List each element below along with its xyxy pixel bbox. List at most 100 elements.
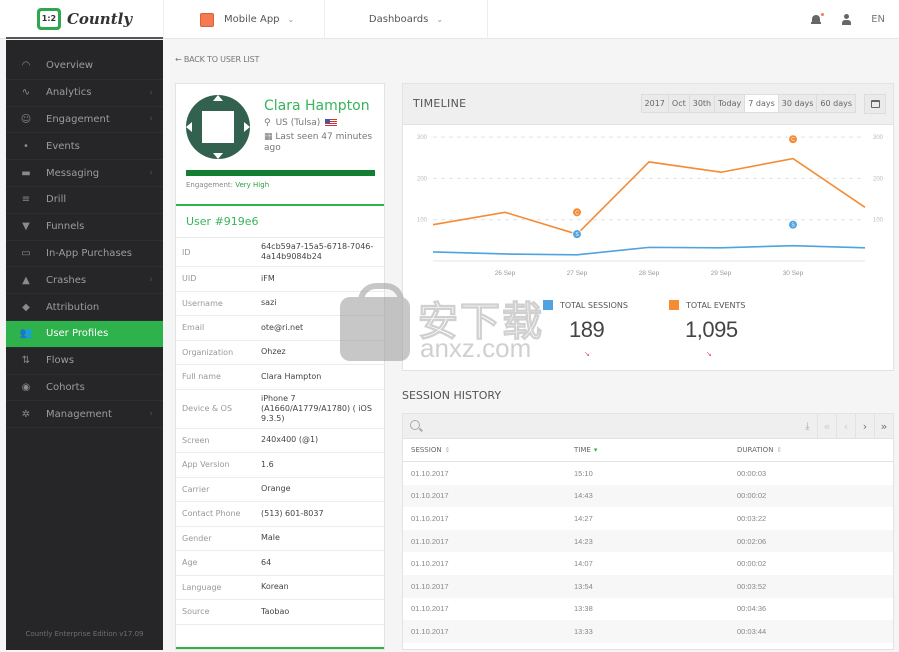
notification-dot	[821, 13, 825, 16]
column-time[interactable]: TIME ▾	[566, 446, 729, 454]
date-picker-button[interactable]	[864, 94, 886, 114]
property-value: Orange	[261, 484, 291, 494]
back-to-user-list-link[interactable]: ← BACK TO USER LIST	[175, 55, 259, 64]
table-row[interactable]: 01.10.2017 13:33 00:03:44	[403, 620, 893, 643]
total-sessions-value: 189	[569, 317, 605, 342]
sidebar-item-engagement[interactable]: ☺ Engagement ›	[6, 107, 163, 134]
bell-icon[interactable]	[811, 13, 825, 25]
app-name: Mobile App	[224, 14, 280, 25]
sidebar-item-in-app-purchases[interactable]: ▭ In-App Purchases	[6, 241, 163, 268]
cohorts-icon: ◉	[21, 381, 31, 393]
app-color-icon	[200, 12, 214, 27]
series-line-total-sessions	[432, 244, 866, 256]
session-date: 01.10.2017	[411, 513, 449, 523]
countly-logo[interactable]: 1:2 Countly	[6, 0, 163, 39]
last-page-button[interactable]: »	[874, 414, 893, 439]
period-today[interactable]: Today	[715, 95, 746, 112]
timeline-chart: 100 100 200 200 300 300 26 Sep 27 Sep 28 Sep 29 S…	[417, 134, 884, 277]
sidebar-item-flows[interactable]: ⇅ Flows	[6, 348, 163, 375]
y-tick-label-left: 300	[417, 135, 428, 141]
language-selector[interactable]: EN	[871, 14, 885, 25]
table-row[interactable]: 01.10.2017 13:54 00:03:52	[403, 574, 893, 598]
table-row[interactable]: 01.10.2017 13:38 00:04:36	[403, 598, 893, 621]
sidebar-item-cohorts[interactable]: ◉ Cohorts	[6, 375, 163, 402]
download-icon[interactable]: ⤓	[798, 414, 817, 439]
prev-page-button[interactable]: ‹	[836, 414, 855, 439]
sidebar-item-analytics[interactable]: ∿ Analytics ›	[6, 80, 163, 107]
property-row: App Version 1.6	[176, 453, 384, 478]
property-key: Contact Phone	[182, 509, 241, 519]
property-row: Language Korean	[176, 576, 384, 600]
period-30-days[interactable]: 30 days	[779, 95, 818, 112]
sidebar-item-drill[interactable]: ≡ Drill	[6, 187, 163, 214]
user-location: ⚲ US (Tulsa)	[264, 118, 338, 128]
chevron-right-icon: ›	[149, 275, 153, 286]
session-duration: 00:04:36	[737, 604, 767, 614]
session-history-table: ⤓ « ‹ › » SESSION ⇕ TIME ▾ DURATION ⇕ 01.10…	[402, 413, 894, 650]
period-2017[interactable]: 2017	[642, 95, 669, 112]
sidebar-item-management[interactable]: ✲ Management ›	[6, 401, 163, 429]
x-tick-label: 30 Sep	[783, 270, 804, 277]
sidebar-item-label: Events	[46, 140, 80, 152]
period-30th[interactable]: 30th	[690, 95, 716, 112]
user-properties: ID 64cb59a7-15a5-6718-7046-4a14b9084b24 UI…	[176, 238, 384, 625]
property-value: Ohzez	[261, 347, 286, 357]
dashboards-selector[interactable]: Dashboards ⌄	[325, 0, 488, 39]
period-7-days[interactable]: 7 days	[745, 95, 779, 112]
legend-events[interactable]: TOTAL EVENTS	[669, 300, 745, 310]
app-selector[interactable]: Mobile App ⌄	[163, 0, 325, 39]
session-time: 14:27	[574, 513, 593, 523]
sidebar-item-funnels[interactable]: ▼ Funnels	[6, 214, 163, 241]
property-value: iFM	[261, 273, 275, 283]
brand-name: Countly	[66, 9, 133, 28]
search-icon[interactable]	[410, 420, 420, 430]
chevron-down-icon: ⌄	[287, 15, 295, 24]
table-row[interactable]: 01.10.2017 14:27 00:03:22	[403, 507, 893, 530]
property-row: Gender Male	[176, 527, 384, 551]
sidebar-item-events[interactable]: • Events	[6, 133, 163, 161]
sidebar: ◠ Overview ∿ Analytics › ☺ Engagement › • Events ▬…	[6, 40, 163, 650]
session-date: 01.10.2017	[411, 604, 449, 614]
property-value: iPhone 7 (A1660/A1779/A1780) ( iOS 9.3.5…	[261, 393, 372, 423]
session-time: 14:23	[574, 536, 593, 546]
annotation-label: C	[791, 137, 795, 143]
legend-sessions[interactable]: TOTAL SESSIONS	[543, 300, 628, 310]
session-time: 15:10	[574, 468, 593, 478]
table-row[interactable]: 01.10.2017 14:23 00:02:06	[403, 529, 893, 553]
sidebar-item-user-profiles[interactable]: 👥 User Profiles	[6, 320, 163, 348]
sidebar-item-messaging[interactable]: ▬ Messaging ›	[6, 160, 163, 187]
sidebar-item-overview[interactable]: ◠ Overview	[6, 53, 163, 80]
x-tick-label: 29 Sep	[711, 270, 732, 277]
logo-icon: 1:2	[36, 7, 61, 30]
pulse-icon: ∿	[21, 87, 31, 99]
table-row[interactable]: 01.10.2017 14:43 00:00:02	[403, 484, 893, 508]
tag-icon: ◆	[22, 301, 30, 313]
sidebar-item-crashes[interactable]: ▲ Crashes ›	[6, 267, 163, 295]
sidebar-item-attribution[interactable]: ◆ Attribution	[6, 294, 163, 321]
table-row[interactable]: 01.10.2017 14:07 00:00:02	[403, 552, 893, 575]
total-events-value: 1,095	[685, 317, 738, 342]
sidebar-item-label: Crashes	[46, 274, 87, 286]
session-duration: 00:00:02	[737, 491, 767, 501]
period-60-days[interactable]: 60 days	[817, 95, 855, 112]
chevron-right-icon: ›	[149, 168, 153, 179]
next-page-button[interactable]: ›	[855, 414, 874, 439]
sidebar-item-label: Drill	[46, 194, 67, 206]
user-full-name: Clara Hampton	[264, 98, 370, 114]
property-row: Full name Clara Hampton	[176, 365, 384, 390]
column-duration[interactable]: DURATION ⇕	[729, 446, 889, 454]
filter-lines-icon: ≡	[21, 194, 31, 206]
first-page-button[interactable]: «	[817, 414, 836, 439]
engagement-value: Very High	[235, 181, 270, 189]
property-row: Carrier Orange	[176, 478, 384, 502]
property-key: Device & OS	[182, 404, 233, 413]
period-oct[interactable]: Oct	[669, 95, 690, 112]
table-row[interactable]: 01.10.2017 15:10 00:00:03	[403, 462, 893, 485]
sort-icon: ⇕	[776, 446, 783, 454]
sidebar-item-label: Messaging	[46, 167, 100, 179]
property-key: ID	[182, 247, 191, 257]
session-date: 01.10.2017	[411, 468, 449, 478]
property-value: 1.6	[261, 459, 274, 469]
user-icon[interactable]	[841, 14, 852, 25]
column-session[interactable]: SESSION ⇕	[403, 446, 566, 454]
